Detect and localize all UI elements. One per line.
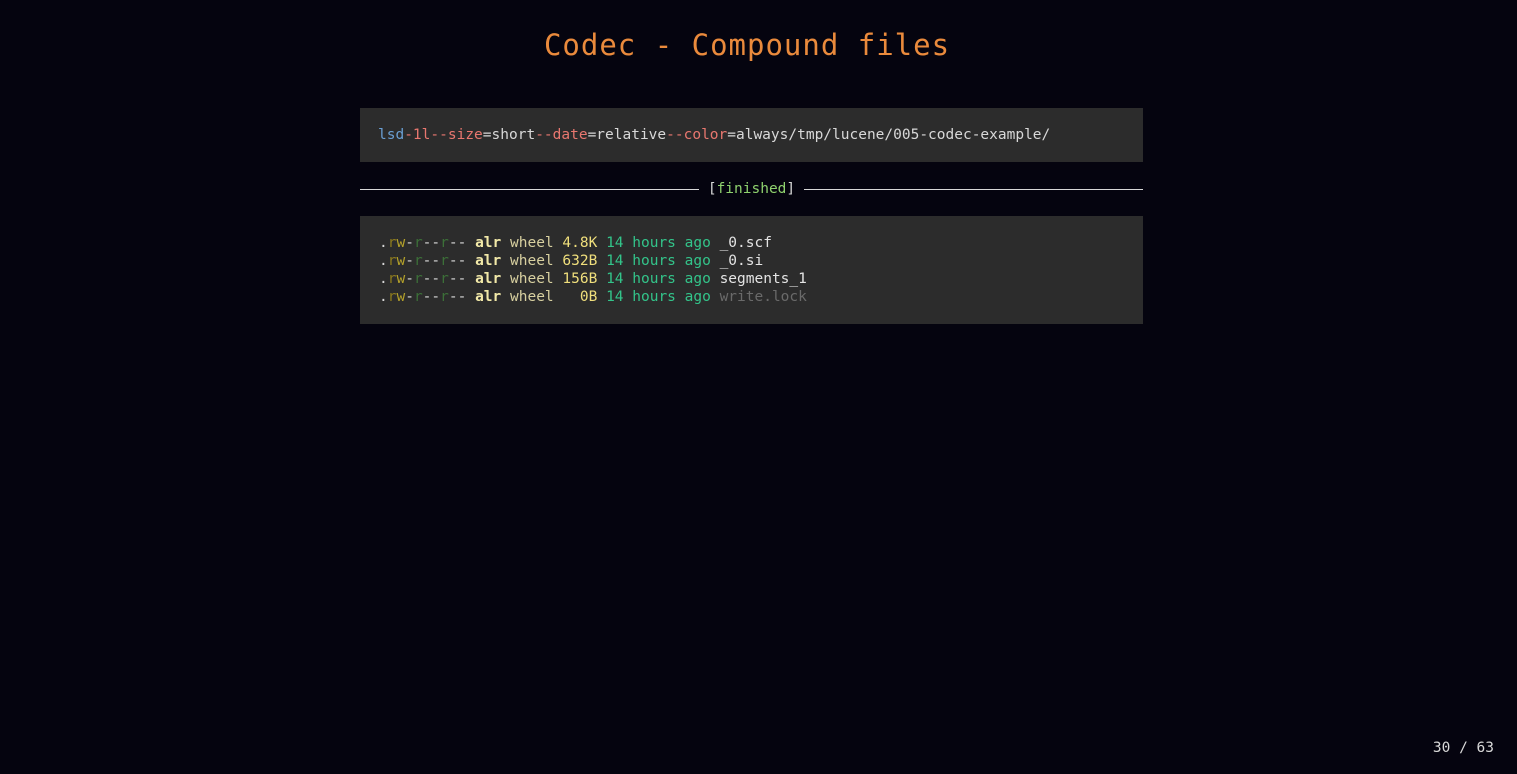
file-size: 0B: [562, 289, 598, 305]
perm-user-write: w: [396, 253, 406, 269]
perm-user-exec: -: [405, 235, 414, 251]
perm-user-exec: -: [405, 289, 414, 305]
file-size: 4.8K: [562, 235, 598, 251]
file-name: _0.si: [719, 253, 764, 269]
file-size: 632B: [562, 253, 598, 269]
flag-color-value: =always: [727, 127, 789, 143]
file-owner: alr: [475, 271, 502, 287]
status-divider: [finished]: [360, 178, 1143, 200]
command-block[interactable]: lsd -1l --size =short --date =relative --c…: [360, 108, 1143, 162]
output-block[interactable]: .rw-r--r-- alr wheel 4.8K 14 hours ago _…: [360, 216, 1143, 324]
status-text: finished: [716, 181, 787, 197]
file-row: .rw-r--r-- alr wheel 156B 14 hours ago s…: [379, 270, 1125, 288]
file-group: wheel: [510, 253, 554, 269]
perm-other-read: r: [440, 235, 449, 251]
file-name: segments_1: [719, 271, 807, 287]
perm-other-read: r: [440, 271, 449, 287]
perm-group-rest: --: [422, 289, 441, 305]
flag-date: --date: [535, 127, 588, 143]
perm-group-rest: --: [422, 253, 441, 269]
file-row: .rw-r--r-- alr wheel 4.8K 14 hours ago _…: [379, 234, 1125, 252]
perm-group-rest: --: [422, 235, 441, 251]
perm-type: .: [379, 235, 388, 251]
perm-user-exec: -: [405, 253, 414, 269]
file-row: .rw-r--r-- alr wheel 632B 14 hours ago _…: [379, 252, 1125, 270]
perm-group-rest: --: [422, 271, 441, 287]
file-date: 14 hours ago: [606, 253, 711, 269]
perm-user-write: w: [396, 289, 406, 305]
perm-user-write: w: [396, 235, 406, 251]
flag-oneline-long: -1l: [404, 127, 431, 143]
file-row: .rw-r--r-- alr wheel 0B 14 hours ago wri…: [379, 288, 1125, 306]
file-date: 14 hours ago: [606, 271, 711, 287]
slide-title: Codec - Compound files: [543, 28, 951, 62]
command-name: lsd: [378, 127, 405, 143]
status-bracket-close: ]: [786, 181, 796, 197]
command-path: /tmp/lucene/005-codec-example/: [788, 127, 1051, 143]
file-owner: alr: [475, 253, 502, 269]
perm-other-read: r: [440, 253, 449, 269]
perm-group-read: r: [413, 271, 423, 287]
file-date: 14 hours ago: [606, 235, 711, 251]
perm-group-read: r: [413, 253, 423, 269]
file-size: 156B: [562, 271, 598, 287]
divider-line-left: [360, 188, 699, 190]
perm-group-read: r: [413, 235, 423, 251]
flag-size-value: =short: [482, 127, 536, 143]
flag-date-value: =relative: [587, 127, 667, 143]
file-name: write.lock: [719, 289, 807, 305]
file-group: wheel: [510, 235, 554, 251]
perm-other-rest: --: [448, 271, 467, 287]
divider-line-right: [804, 188, 1143, 190]
perm-other-rest: --: [448, 253, 467, 269]
flag-color: --color: [666, 127, 728, 143]
perm-type: .: [379, 253, 388, 269]
perm-type: .: [379, 271, 388, 287]
perm-user-exec: -: [405, 271, 414, 287]
file-group: wheel: [510, 271, 554, 287]
status-label: [finished]: [699, 181, 804, 197]
slide: Codec - Compound files lsd -1l --size =sh…: [0, 0, 1517, 774]
page-counter: 30 / 63: [1432, 740, 1494, 756]
perm-other-read: r: [440, 289, 449, 305]
flag-size: --size: [430, 127, 483, 143]
file-name: _0.scf: [719, 235, 772, 251]
file-date: 14 hours ago: [606, 289, 711, 305]
perm-type: .: [379, 289, 388, 305]
file-group: wheel: [510, 289, 554, 305]
perm-group-read: r: [413, 289, 423, 305]
status-bracket-open: [: [707, 181, 717, 197]
perm-user-write: w: [396, 271, 406, 287]
perm-other-rest: --: [448, 235, 467, 251]
perm-other-rest: --: [448, 289, 467, 305]
file-owner: alr: [475, 289, 502, 305]
file-owner: alr: [475, 235, 502, 251]
